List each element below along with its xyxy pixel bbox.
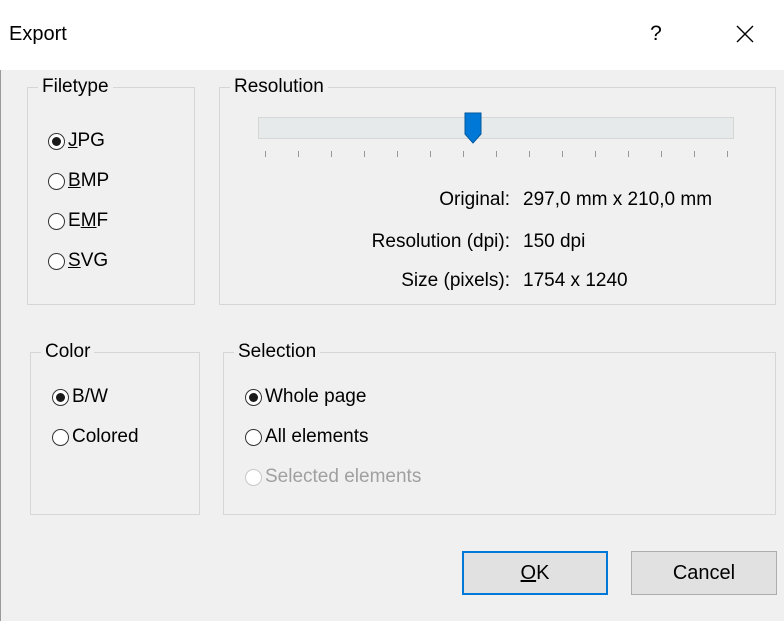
radio-label: B/W bbox=[72, 386, 108, 407]
radio-label: Colored bbox=[72, 426, 139, 447]
slider-tick bbox=[562, 151, 563, 157]
radio-button[interactable] bbox=[48, 132, 65, 150]
original-value: 297,0 mm x 210,0 mm bbox=[523, 189, 713, 210]
radio-selected-mark bbox=[52, 136, 61, 146]
radio-label: Selected elements bbox=[265, 466, 422, 487]
resolution-slider-track[interactable] bbox=[258, 117, 734, 139]
color-group-label: Color bbox=[41, 341, 95, 363]
radio-selected-mark bbox=[56, 392, 65, 402]
slider-tick bbox=[661, 151, 662, 157]
close-icon bbox=[736, 25, 754, 43]
radio-button[interactable] bbox=[245, 428, 262, 446]
dpi-value: 150 dpi bbox=[523, 231, 586, 252]
slider-tick bbox=[595, 151, 596, 157]
color-option-bw[interactable]: B/W bbox=[52, 386, 108, 408]
slider-tick bbox=[430, 151, 431, 157]
filetype-group-label: Filetype bbox=[38, 76, 113, 98]
help-glyph: ? bbox=[650, 22, 662, 45]
slider-tick bbox=[694, 151, 695, 157]
selection-option-selected-elements: Selected elements bbox=[245, 466, 421, 488]
radio-button[interactable] bbox=[52, 388, 69, 406]
filetype-option-svg[interactable]: SVG bbox=[48, 250, 108, 272]
resolution-slider-thumb[interactable] bbox=[464, 112, 482, 144]
ok-button-label: OK bbox=[520, 561, 550, 584]
dpi-label: Resolution (dpi): bbox=[371, 231, 510, 252]
close-button[interactable] bbox=[725, 14, 765, 54]
size-label: Size (pixels): bbox=[401, 270, 510, 291]
selection-group-label: Selection bbox=[234, 341, 321, 363]
filetype-option-emf[interactable]: EMF bbox=[48, 210, 108, 232]
radio-button[interactable] bbox=[48, 172, 65, 190]
cancel-button[interactable]: Cancel bbox=[631, 551, 777, 595]
ok-button[interactable]: OK bbox=[462, 551, 608, 595]
filetype-group: Filetype bbox=[27, 76, 195, 305]
radio-button[interactable] bbox=[48, 212, 65, 230]
radio-label: SVG bbox=[68, 250, 109, 271]
slider-tick bbox=[265, 151, 266, 157]
slider-tick bbox=[298, 151, 299, 157]
slider-tick bbox=[628, 151, 629, 157]
filetype-option-bmp[interactable]: BMP bbox=[48, 170, 109, 192]
radio-button[interactable] bbox=[245, 388, 262, 406]
size-value: 1754 x 1240 bbox=[523, 270, 628, 291]
cancel-button-label: Cancel bbox=[672, 561, 736, 584]
slider-tick bbox=[397, 151, 398, 157]
radio-label: BMP bbox=[68, 170, 110, 191]
help-button[interactable]: ? bbox=[636, 14, 676, 54]
radio-button[interactable] bbox=[48, 252, 65, 270]
window-title: Export bbox=[9, 23, 67, 45]
radio-button bbox=[245, 468, 262, 486]
slider-tick bbox=[496, 151, 497, 157]
slider-tick bbox=[529, 151, 530, 157]
selection-option-all-elements[interactable]: All elements bbox=[245, 426, 369, 448]
resolution-slider-ticks bbox=[265, 151, 728, 159]
title-bar: Export ? bbox=[0, 0, 784, 70]
resolution-group-label: Resolution bbox=[230, 76, 328, 98]
radio-label: All elements bbox=[265, 426, 369, 447]
color-option-colored[interactable]: Colored bbox=[52, 426, 139, 448]
radio-label: JPG bbox=[68, 130, 105, 151]
selection-option-whole-page[interactable]: Whole page bbox=[245, 386, 366, 408]
radio-label: Whole page bbox=[265, 386, 367, 407]
slider-tick bbox=[331, 151, 332, 157]
radio-label: EMF bbox=[68, 210, 109, 231]
radio-button[interactable] bbox=[52, 428, 69, 446]
filetype-option-jpg[interactable]: JPG bbox=[48, 130, 105, 152]
slider-tick bbox=[463, 151, 464, 157]
original-label: Original: bbox=[439, 189, 510, 210]
radio-selected-mark bbox=[249, 392, 258, 402]
slider-tick bbox=[727, 151, 728, 157]
slider-tick bbox=[364, 151, 365, 157]
